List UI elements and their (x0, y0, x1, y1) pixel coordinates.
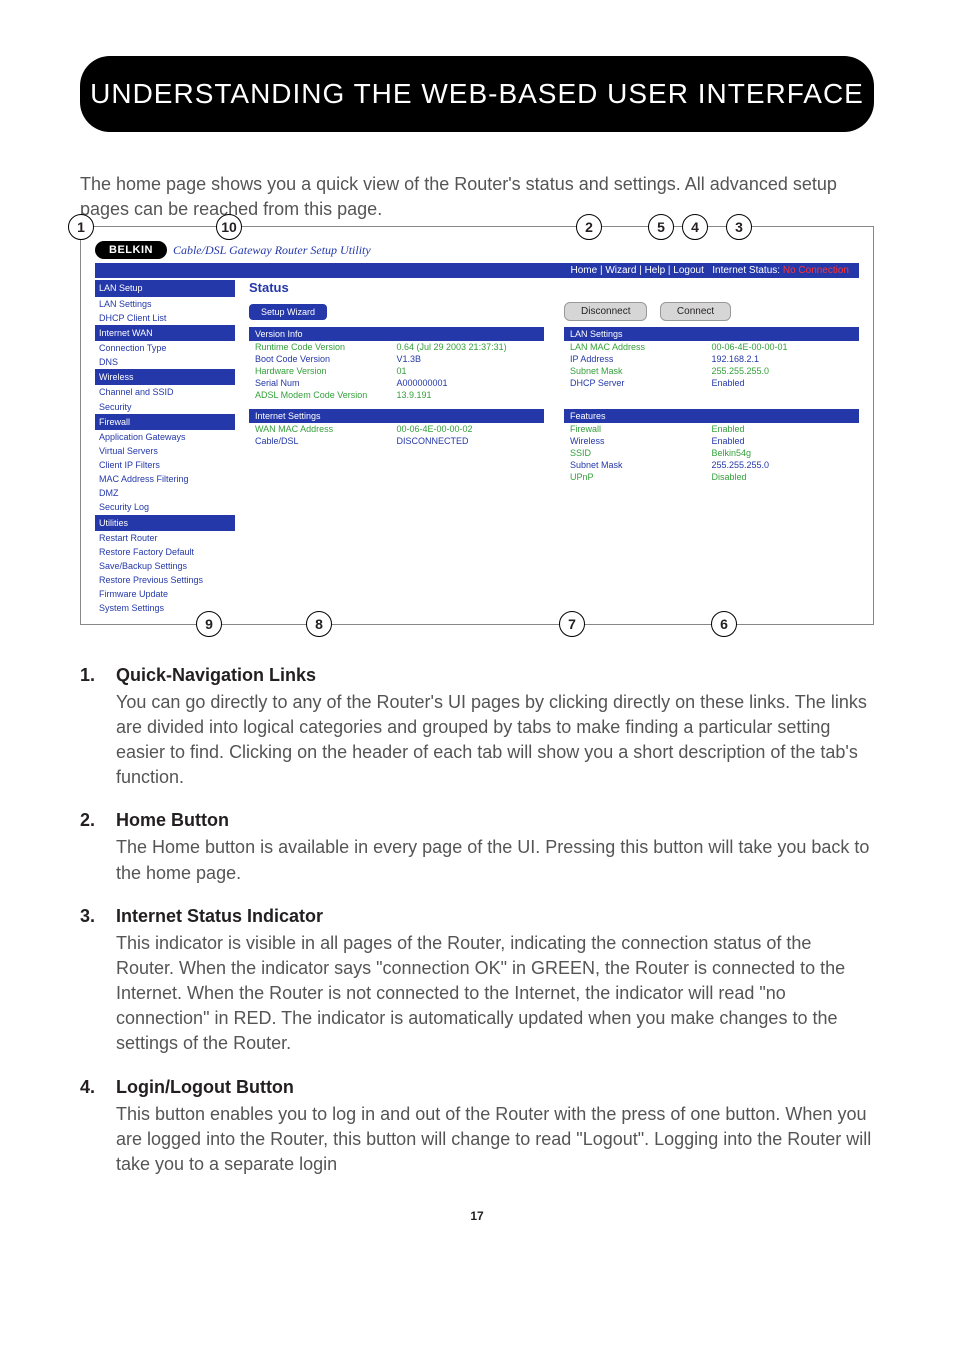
nav-internet-wan[interactable]: Internet WAN (95, 325, 235, 341)
serial-k: Serial Num (255, 378, 397, 388)
nav-dmz[interactable]: DMZ (95, 486, 235, 500)
sec2-num: 2. (80, 810, 116, 885)
sec3-num: 3. (80, 906, 116, 1057)
features-head: Features (564, 409, 859, 423)
wanmac-v: 00-06-4E-00-00-02 (397, 424, 539, 434)
lanmac-k: LAN MAC Address (570, 342, 712, 352)
wanmac-k: WAN MAC Address (255, 424, 397, 434)
nav-restore-default[interactable]: Restore Factory Default (95, 545, 235, 559)
setup-wizard-button[interactable]: Setup Wizard (249, 304, 327, 320)
brand-badge: BELKIN (95, 241, 167, 259)
nav-app-gateways[interactable]: Application Gateways (95, 430, 235, 444)
status-label: Internet Status: (712, 265, 780, 276)
wl-v: Enabled (712, 436, 854, 446)
sec4-head: Login/Logout Button (116, 1077, 874, 1098)
top-link-bar: Home | Wizard | Help | Logout Internet S… (95, 263, 859, 278)
adsl-k: ADSL Modem Code Version (255, 390, 397, 400)
page-title: UNDERSTANDING THE WEB-BASED USER INTERFA… (80, 56, 874, 132)
nav-dns[interactable]: DNS (95, 355, 235, 369)
upnp-v: Disabled (712, 472, 854, 482)
sec3-text: This indicator is visible in all pages o… (116, 931, 874, 1057)
nav-wireless[interactable]: Wireless (95, 369, 235, 385)
internet-settings-head: Internet Settings (249, 409, 544, 423)
version-info-head: Version Info (249, 327, 544, 341)
nav-firewall[interactable]: Firewall (95, 414, 235, 430)
fw-k: Firewall (570, 424, 712, 434)
ssid-v: Belkin54g (712, 448, 854, 458)
nav-restore-prev[interactable]: Restore Previous Settings (95, 573, 235, 587)
nav-lan-setup[interactable]: LAN Setup (95, 280, 235, 296)
hw-k: Hardware Version (255, 366, 397, 376)
boot-k: Boot Code Version (255, 354, 397, 364)
connect-button[interactable]: Connect (660, 302, 731, 321)
fw-v: Enabled (712, 424, 854, 434)
page-number: 17 (80, 1209, 874, 1223)
sec1-head: Quick-Navigation Links (116, 665, 874, 686)
lanmac-v: 00-06-4E-00-00-01 (712, 342, 854, 352)
nav-dhcp-list[interactable]: DHCP Client List (95, 311, 235, 325)
subnet-k: Subnet Mask (570, 366, 712, 376)
sec4-num: 4. (80, 1077, 116, 1178)
wl-k: Wireless (570, 436, 712, 446)
callout-8: 8 (306, 611, 332, 637)
adsl-v: 13.9.191 (397, 390, 539, 400)
brand-subtitle: Cable/DSL Gateway Router Setup Utility (173, 243, 371, 258)
sec1-text: You can go directly to any of the Router… (116, 690, 874, 791)
sec3-head: Internet Status Indicator (116, 906, 874, 927)
callout-7: 7 (559, 611, 585, 637)
nav-conn-type[interactable]: Connection Type (95, 341, 235, 355)
dhcp-v: Enabled (712, 378, 854, 388)
internet-status-value: No Connection (783, 265, 849, 276)
ip-k: IP Address (570, 354, 712, 364)
callout-9: 9 (196, 611, 222, 637)
sec4-text: This button enables you to log in and ou… (116, 1102, 874, 1178)
intro-text: The home page shows you a quick view of … (80, 172, 874, 222)
nav-save-backup[interactable]: Save/Backup Settings (95, 559, 235, 573)
status-heading: Status (249, 280, 859, 295)
nav-restart[interactable]: Restart Router (95, 531, 235, 545)
subnet-v: 255.255.255.0 (712, 366, 854, 376)
sidebar-nav: LAN Setup LAN Settings DHCP Client List … (95, 280, 235, 615)
callout-6: 6 (711, 611, 737, 637)
sec1-num: 1. (80, 665, 116, 791)
sec2-text: The Home button is available in every pa… (116, 835, 874, 885)
cable-k: Cable/DSL (255, 436, 397, 446)
top-links[interactable]: Home | Wizard | Help | Logout (570, 265, 703, 276)
snm-v: 255.255.255.0 (712, 460, 854, 470)
nav-security[interactable]: Security (95, 400, 235, 414)
upnp-k: UPnP (570, 472, 712, 482)
ssid-k: SSID (570, 448, 712, 458)
nav-mac-filtering[interactable]: MAC Address Filtering (95, 472, 235, 486)
dhcp-k: DHCP Server (570, 378, 712, 388)
nav-channel-ssid[interactable]: Channel and SSID (95, 385, 235, 399)
lan-settings-head: LAN Settings (564, 327, 859, 341)
disconnect-button[interactable]: Disconnect (564, 302, 647, 321)
screenshot: 1 10 2 5 4 3 9 8 7 6 BELKIN Cable/DSL Ga… (80, 226, 874, 624)
nav-security-log[interactable]: Security Log (95, 500, 235, 514)
nav-lan-settings[interactable]: LAN Settings (95, 297, 235, 311)
nav-virtual-servers[interactable]: Virtual Servers (95, 444, 235, 458)
nav-client-ip-filters[interactable]: Client IP Filters (95, 458, 235, 472)
snm-k: Subnet Mask (570, 460, 712, 470)
ip-v: 192.168.2.1 (712, 354, 854, 364)
nav-firmware[interactable]: Firmware Update (95, 587, 235, 601)
boot-v: V1.3B (397, 354, 539, 364)
sec2-head: Home Button (116, 810, 874, 831)
runtime-k: Runtime Code Version (255, 342, 397, 352)
nav-utilities[interactable]: Utilities (95, 515, 235, 531)
runtime-v: 0.64 (Jul 29 2003 21:37:31) (397, 342, 539, 352)
hw-v: 01 (397, 366, 539, 376)
cable-v: DISCONNECTED (397, 436, 539, 446)
serial-v: A000000001 (397, 378, 539, 388)
